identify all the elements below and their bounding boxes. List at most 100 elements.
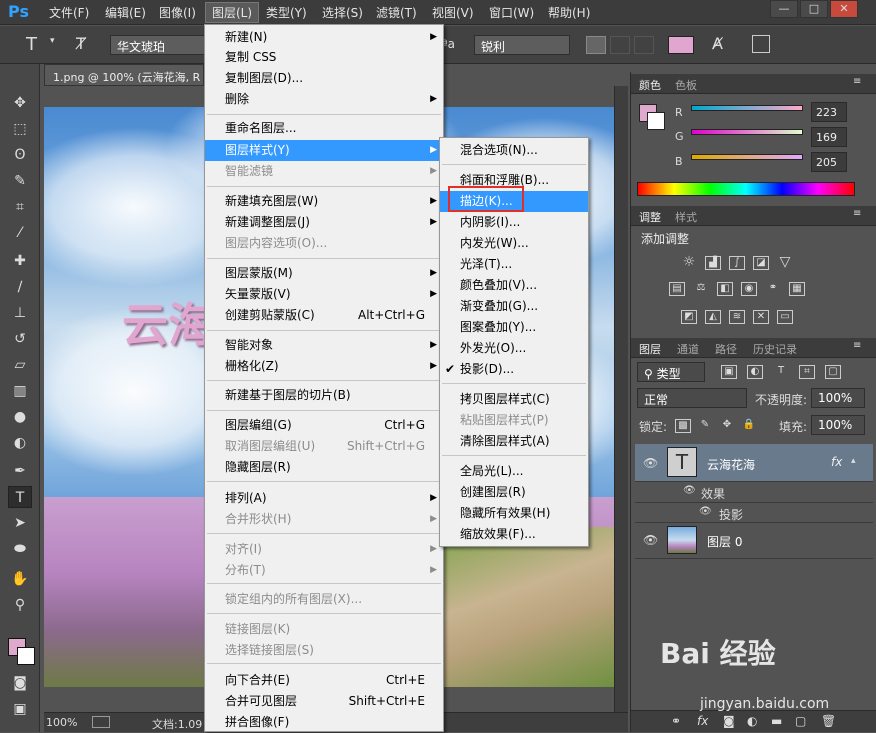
bg-color-chip[interactable] — [647, 112, 665, 130]
layer-menu-item[interactable]: 创建剪贴蒙版(C) Alt+Ctrl+G — [205, 305, 443, 326]
lasso-tool-icon[interactable]: ʘ — [8, 144, 32, 166]
filter-type-icon[interactable]: T — [773, 365, 789, 379]
close-button[interactable]: ✕ — [830, 0, 858, 18]
channel-b-value[interactable]: 205 — [811, 152, 847, 172]
lock-image-icon[interactable]: ✎ — [697, 419, 713, 433]
gradient-map-icon[interactable]: ▭ — [777, 310, 793, 324]
channel-r-value[interactable]: 223 — [811, 102, 847, 122]
type-tool-icon[interactable]: T — [8, 486, 32, 508]
layer-menu-item[interactable]: 图层蒙版(M) ▶ — [205, 263, 443, 284]
invert-icon[interactable]: ◩ — [681, 310, 697, 324]
channel-mixer-icon[interactable]: ⚭ — [765, 282, 781, 296]
layer-menu-item[interactable]: 图层编组(G) Ctrl+G — [205, 415, 443, 436]
selective-color-icon[interactable]: ✕ — [753, 310, 769, 324]
eyedropper-tool-icon[interactable]: ⁄ — [8, 222, 32, 244]
font-family-select[interactable]: 华文琥珀 — [110, 35, 210, 55]
effect-row-drop-shadow[interactable]: 👁 投影 — [635, 503, 873, 523]
color-lookup-icon[interactable]: ▦ — [789, 282, 805, 296]
tab-history[interactable]: 历史记录 — [753, 341, 797, 357]
posterize-icon[interactable]: ◭ — [705, 310, 721, 324]
add-style-icon[interactable]: fx — [697, 714, 708, 728]
menu-select[interactable]: 选择(S) — [322, 4, 363, 21]
screen-mode-icon[interactable]: ▣ — [8, 698, 32, 720]
menu-layer[interactable]: 图层(L) — [205, 2, 260, 23]
style-menu-item[interactable]: 颜色叠加(V)... — [440, 275, 588, 296]
layer-row-image[interactable]: 👁 图层 0 — [635, 523, 873, 559]
style-menu-item[interactable]: 内发光(W)... — [440, 233, 588, 254]
channel-b-slider[interactable] — [691, 154, 803, 160]
document-tab[interactable]: 1.png @ 100% (云海花海, R — [44, 64, 204, 86]
zoom-tool-icon[interactable]: ⚲ — [8, 594, 32, 616]
menu-type[interactable]: 类型(Y) — [266, 4, 307, 21]
style-menu-item[interactable]: 混合选项(N)... — [440, 140, 588, 161]
healing-brush-tool-icon[interactable]: ✚ — [8, 250, 32, 272]
style-menu-item[interactable]: 外发光(O)... — [440, 338, 588, 359]
hand-tool-icon[interactable]: ✋ — [8, 568, 32, 590]
eraser-tool-icon[interactable]: ▱ — [8, 354, 32, 376]
align-left-button[interactable] — [586, 36, 606, 54]
curves-icon[interactable]: ∫ — [729, 256, 745, 270]
move-tool-icon[interactable]: ✥ — [8, 92, 32, 114]
fx-icon[interactable]: fx — [831, 455, 842, 469]
eye-icon[interactable]: 👁 — [683, 485, 696, 496]
add-mask-icon[interactable]: ◙ — [723, 714, 735, 728]
threshold-icon[interactable]: ≋ — [729, 310, 745, 324]
eye-icon[interactable]: 👁 — [643, 456, 658, 470]
layer-name[interactable]: 图层 0 — [707, 533, 742, 550]
tab-paths[interactable]: 路径 — [715, 341, 737, 357]
style-menu-item[interactable]: 清除图层样式(A) — [440, 431, 588, 452]
lock-all-icon[interactable]: 🔒 — [741, 419, 757, 433]
menu-filter[interactable]: 滤镜(T) — [376, 4, 417, 21]
gradient-tool-icon[interactable]: ▥ — [8, 380, 32, 402]
menu-file[interactable]: 文件(F) — [49, 4, 89, 21]
tab-swatches[interactable]: 色板 — [675, 77, 697, 93]
minimize-button[interactable]: — — [770, 0, 798, 18]
panel-menu-icon[interactable]: ≡ — [853, 76, 861, 87]
crop-tool-icon[interactable]: ⌗ — [8, 196, 32, 218]
layer-menu-item[interactable]: 排列(A) ▶ — [205, 488, 443, 509]
zoom-level[interactable]: 100% — [46, 716, 77, 729]
filter-shape-icon[interactable]: ⌗ — [799, 365, 815, 379]
layer-menu-item[interactable]: 图层样式(Y) ▶ — [205, 140, 443, 161]
anti-alias-select[interactable]: 锐利 — [474, 35, 570, 55]
style-menu-item[interactable]: 光泽(T)... — [440, 254, 588, 275]
fill-input[interactable]: 100% — [811, 415, 865, 435]
layer-menu-item[interactable]: 隐藏图层(R) — [205, 457, 443, 478]
filter-adjust-icon[interactable]: ◐ — [747, 365, 763, 379]
layer-menu-item[interactable]: 新建填充图层(W) ▶ — [205, 191, 443, 212]
text-color-swatch[interactable] — [668, 36, 694, 54]
blur-tool-icon[interactable]: ● — [8, 406, 32, 428]
tab-layers[interactable]: 图层 — [639, 341, 661, 357]
layer-menu-item[interactable]: 新建调整图层(J) ▶ — [205, 212, 443, 233]
black-white-icon[interactable]: ◧ — [717, 282, 733, 296]
menu-edit[interactable]: 编辑(E) — [105, 4, 146, 21]
layer-menu-item[interactable]: 复制图层(D)... — [205, 68, 443, 89]
style-menu-item[interactable]: 图案叠加(Y)... — [440, 317, 588, 338]
menu-window[interactable]: 窗口(W) — [489, 4, 534, 21]
new-adjustment-icon[interactable]: ◐ — [747, 714, 757, 728]
eye-icon[interactable]: 👁 — [699, 506, 712, 517]
tab-color[interactable]: 颜色 — [639, 77, 661, 93]
layer-menu-item[interactable]: 智能对象 ▶ — [205, 335, 443, 356]
tab-adjustments[interactable]: 调整 — [639, 209, 661, 225]
channel-g-value[interactable]: 169 — [811, 127, 847, 147]
vibrance-icon[interactable]: ▽ — [777, 255, 793, 270]
blend-mode-select[interactable]: 正常 — [637, 388, 747, 408]
stamp-tool-icon[interactable]: ⊥ — [8, 302, 32, 324]
layer-menu-item[interactable]: 栅格化(Z) ▶ — [205, 356, 443, 377]
tab-channels[interactable]: 通道 — [677, 341, 699, 357]
quick-mask-icon[interactable]: ◙ — [8, 672, 32, 694]
effects-row[interactable]: 👁 效果 — [635, 482, 873, 503]
warp-text-icon[interactable]: Ⱥ — [712, 34, 723, 53]
style-menu-item[interactable]: 渐变叠加(G)... — [440, 296, 588, 317]
menu-view[interactable]: 视图(V) — [432, 4, 474, 21]
tab-styles[interactable]: 样式 — [675, 209, 697, 225]
lock-transparent-icon[interactable]: ▩ — [675, 419, 691, 433]
color-spectrum-bar[interactable] — [637, 182, 855, 196]
link-layers-icon[interactable]: ⚭ — [671, 714, 681, 728]
align-center-button[interactable] — [610, 36, 630, 54]
layer-filter-select[interactable]: ⚲ 类型 — [637, 362, 705, 382]
pen-tool-icon[interactable]: ✒ — [8, 460, 32, 482]
lock-position-icon[interactable]: ✥ — [719, 419, 735, 433]
style-menu-item[interactable]: 全局光(L)... — [440, 461, 588, 482]
